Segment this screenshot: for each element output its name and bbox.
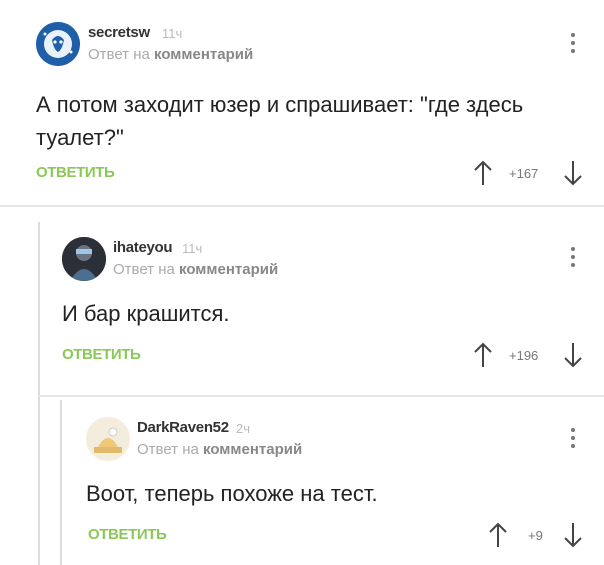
reply-to-link[interactable]: комментарий: [203, 441, 302, 458]
comment-text: И бар крашится.: [62, 301, 230, 326]
reply-to-link[interactable]: комментарий: [179, 261, 278, 278]
rating-count: +196: [509, 348, 539, 363]
comment-darkraven52: DarkRaven52 2ч Ответ на комментарий Воот…: [0, 400, 604, 565]
reply-button[interactable]: ОТВЕТИТЬ: [36, 164, 115, 181]
reply-to-prefix: Ответ на: [88, 46, 150, 63]
arrow-up-icon[interactable]: [473, 159, 493, 187]
reply-to-prefix: Ответ на: [137, 441, 199, 458]
comment-divider: [0, 205, 604, 207]
comment-ihateyou: ihateyou 11ч Ответ на комментарий И бар …: [0, 210, 604, 397]
rating-count: +9: [528, 528, 543, 543]
arrow-down-icon[interactable]: [563, 159, 583, 187]
author-name[interactable]: ihateyou: [113, 239, 173, 256]
comment-secretsw: secretsw 11ч Ответ на комментарий А пото…: [0, 0, 604, 210]
author-name[interactable]: secretsw: [88, 24, 150, 41]
arrow-up-icon[interactable]: [473, 341, 493, 369]
reply-to-line: Ответ на комментарий: [113, 261, 278, 278]
avatar[interactable]: [62, 237, 106, 281]
reply-button[interactable]: ОТВЕТИТЬ: [88, 526, 167, 543]
comment-time: 11ч: [182, 241, 203, 256]
author-name[interactable]: DarkRaven52: [137, 419, 229, 436]
arrow-down-icon[interactable]: [563, 341, 583, 369]
avatar[interactable]: [36, 22, 80, 66]
arrow-up-icon[interactable]: [488, 521, 508, 549]
reply-to-prefix: Ответ на: [113, 261, 175, 278]
reply-to-line: Ответ на комментарий: [137, 441, 302, 458]
more-vertical-icon[interactable]: [570, 428, 576, 452]
comment-text: Воот, теперь похоже на тест.: [86, 481, 378, 506]
rating-count: +167: [509, 166, 539, 181]
reply-to-link[interactable]: комментарий: [154, 46, 253, 63]
comment-divider: [38, 395, 604, 397]
reply-button[interactable]: ОТВЕТИТЬ: [62, 346, 141, 363]
more-vertical-icon[interactable]: [570, 33, 576, 57]
comment-thread: { "comments": [ { "author": "secretsw", …: [0, 0, 604, 565]
reply-to-line: Ответ на комментарий: [88, 46, 253, 63]
arrow-down-icon[interactable]: [563, 521, 583, 549]
comment-time: 11ч: [162, 26, 183, 41]
comment-time: 2ч: [236, 421, 251, 436]
avatar[interactable]: [86, 417, 130, 461]
comment-text: А потом заходит юзер и спрашивает: "где …: [36, 92, 524, 150]
more-vertical-icon[interactable]: [570, 247, 576, 271]
